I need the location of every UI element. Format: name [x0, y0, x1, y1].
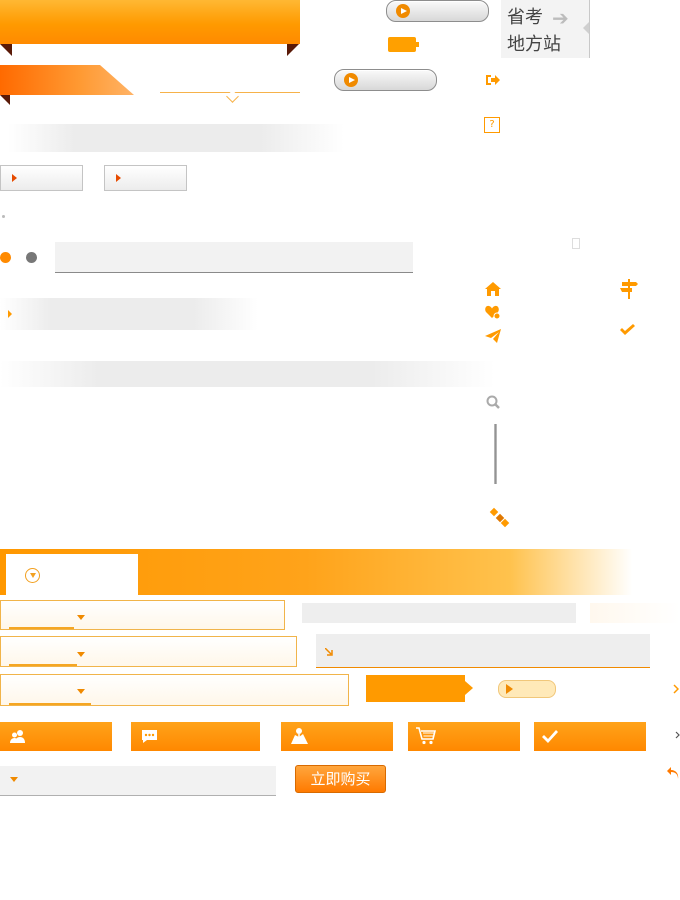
signpost-icon[interactable]: [620, 279, 638, 299]
tab-ribbon-fold: [0, 95, 10, 105]
triangle-right-icon: [8, 310, 12, 318]
play-icon: [506, 684, 513, 694]
chat-button[interactable]: [131, 722, 260, 751]
gray-input-2[interactable]: [316, 634, 650, 668]
chat-icon: [142, 730, 157, 743]
header-ribbon: [0, 0, 300, 44]
mini-play-button[interactable]: [498, 680, 556, 698]
radio-dot-active[interactable]: [0, 252, 11, 263]
select-field-1[interactable]: [0, 600, 285, 630]
select-underline: [9, 627, 74, 629]
check-icon[interactable]: [620, 324, 635, 336]
play-icon: [396, 4, 410, 18]
chevron-down-icon: [10, 777, 18, 782]
select-underline: [9, 703, 91, 705]
triangle-right-icon: [116, 174, 121, 182]
province-label-line2: 地方站: [507, 34, 561, 55]
users-icon: [10, 730, 25, 743]
small-button-2[interactable]: [104, 165, 187, 191]
small-marker-icon: [572, 238, 580, 249]
play-icon: [344, 73, 358, 87]
arrow-right-icon: ➔: [552, 6, 569, 30]
section-divider-bar: [0, 361, 495, 387]
ribbon-fold-right: [287, 44, 299, 56]
battery-icon: [388, 37, 419, 52]
chevron-down-icon: [77, 689, 85, 694]
province-label-line1: 省考: [507, 7, 543, 28]
users-button[interactable]: [0, 722, 112, 751]
heart-icon[interactable]: [485, 305, 501, 320]
map-icon: [291, 728, 308, 744]
scrollbar-thumb[interactable]: [494, 424, 497, 484]
cart-button[interactable]: [408, 722, 520, 751]
caret-left-icon: [583, 22, 589, 34]
select-underline: [9, 664, 77, 666]
arrow-down-right-icon: [325, 648, 333, 656]
chevron-right-icon[interactable]: [675, 731, 680, 739]
chevron-down-icon: [77, 615, 85, 620]
bottom-select[interactable]: [0, 766, 276, 796]
map-button[interactable]: [281, 722, 393, 751]
ribbon-fold-left: [0, 44, 12, 56]
text-input[interactable]: [55, 242, 413, 273]
confirm-button[interactable]: [534, 722, 646, 751]
collapsible-bar[interactable]: [0, 298, 258, 330]
arrow-step-button[interactable]: [366, 675, 473, 702]
placeholder-bar: [8, 124, 344, 152]
chevron-right-icon[interactable]: [673, 684, 679, 694]
faded-input: [590, 603, 680, 623]
select-field-3[interactable]: [0, 674, 349, 706]
question-icon[interactable]: ?: [484, 117, 500, 133]
check-icon: [542, 730, 558, 743]
triangle-right-icon: [12, 174, 17, 182]
gray-input-1[interactable]: [302, 603, 576, 623]
section-tab-ribbon: [0, 65, 134, 95]
select-field-2[interactable]: [0, 636, 297, 667]
banner-tab-active[interactable]: [6, 554, 138, 596]
undo-icon[interactable]: [666, 766, 680, 780]
play-button-mid[interactable]: [334, 69, 437, 91]
satellite-icon: [489, 507, 510, 528]
home-icon[interactable]: [485, 282, 501, 296]
chevron-down-icon: [77, 652, 85, 657]
buy-now-button[interactable]: 立即购买: [295, 765, 386, 793]
logout-icon[interactable]: [485, 73, 500, 87]
chevron-down-circle-icon: [25, 568, 40, 583]
cart-icon: [416, 727, 436, 745]
search-icon[interactable]: [486, 395, 500, 409]
paper-plane-icon[interactable]: [485, 329, 501, 343]
small-button-1[interactable]: [0, 165, 83, 191]
province-selector-label: 省考 地方站: [507, 4, 587, 58]
bullet-dot: [2, 215, 5, 218]
play-button-top[interactable]: [386, 0, 489, 22]
radio-dot-inactive[interactable]: [26, 252, 37, 263]
